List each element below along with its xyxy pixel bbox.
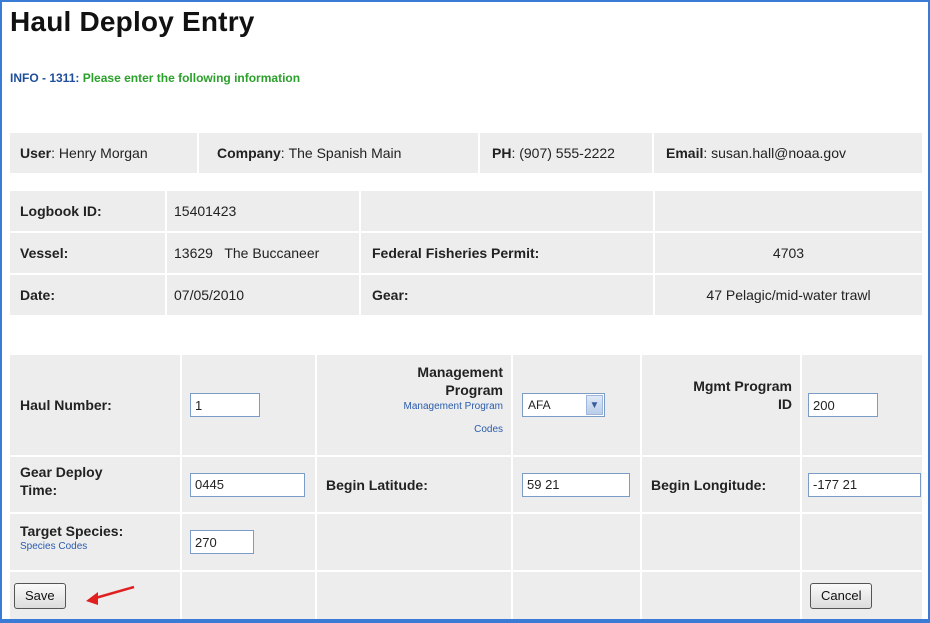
- email-label: Email: [666, 145, 704, 161]
- target-species-cell: [190, 514, 254, 570]
- begin-longitude-cell: [808, 457, 921, 512]
- divider: [800, 355, 802, 619]
- vessel-value: 13629 The Buccaneer: [174, 245, 320, 261]
- target-species-label: Target Species:: [20, 523, 124, 539]
- divider: [10, 570, 922, 572]
- gear-deploy-time-label: Gear Deploy Time:: [20, 463, 170, 499]
- divider: [359, 191, 361, 315]
- mgmt-program-codes-link[interactable]: Management Program: [404, 399, 504, 415]
- divider: [197, 133, 199, 173]
- begin-latitude-label-text: Begin Latitude: [326, 476, 424, 493]
- company-field: Company: The Spanish Main: [217, 145, 402, 161]
- divider: [10, 512, 922, 514]
- haul-form-table: Haul Number: Management Program Manageme…: [10, 355, 922, 619]
- gear-deploy-time-label-1: Gear Deploy: [20, 464, 103, 480]
- logbook-id-value: 15401423: [174, 203, 237, 219]
- mgmt-program-id-input[interactable]: [808, 393, 878, 417]
- permit-label: Federal Fisheries Permit:: [372, 245, 540, 261]
- cancel-cell: Cancel: [810, 572, 873, 619]
- gear-deploy-time-cell: [190, 457, 305, 512]
- email-value: susan.hall@noaa.gov: [711, 145, 846, 161]
- vessel-label: Vessel:: [20, 245, 69, 261]
- red-arrow-annotation: [86, 585, 135, 605]
- mgmt-program-link-text-1: Management Program: [403, 401, 504, 412]
- mgmt-program-selected: AFA: [528, 398, 551, 412]
- user-label: User: [20, 145, 52, 161]
- target-species-input[interactable]: [190, 530, 254, 554]
- email-field: Email: susan.hall@noaa.gov: [666, 145, 846, 161]
- logbook-id-label: Logbook ID:: [20, 203, 102, 219]
- divider: [652, 133, 654, 173]
- gear-deploy-time-input[interactable]: [190, 472, 305, 497]
- save-button[interactable]: Save: [14, 582, 66, 609]
- mgmt-program-id-label-cell: Mgmt Program ID: [642, 377, 792, 413]
- begin-latitude-input[interactable]: [522, 472, 630, 497]
- mgmt-program-select[interactable]: AFA ▼: [522, 393, 605, 417]
- species-codes-link[interactable]: Species Codes: [20, 540, 87, 554]
- mgmt-program-label-2: Program: [445, 382, 503, 398]
- company-label: Company: [217, 145, 281, 161]
- gear-label: Gear:: [372, 287, 409, 303]
- phone-value: (907) 555-2222: [519, 145, 615, 161]
- haul-number-label-text: Haul Number: [20, 397, 108, 413]
- begin-latitude-label: Begin Latitude:: [326, 476, 428, 493]
- target-species-label-cell: Target Species: Species Codes: [20, 522, 170, 554]
- phone-field: PH: (907) 555-2222: [492, 145, 615, 161]
- page-frame-bottom: [0, 619, 930, 623]
- divider: [10, 455, 922, 457]
- info-message: INFO - 1311: Please enter the following …: [10, 71, 300, 85]
- info-text: Please enter the following information: [82, 71, 301, 85]
- save-cell: Save: [14, 572, 66, 619]
- gear-value: 47 Pelagic/mid-water trawl: [706, 287, 871, 303]
- mgmt-program-id-label-2: ID: [778, 396, 792, 412]
- begin-longitude-input[interactable]: [808, 472, 921, 497]
- page-title: Haul Deploy Entry: [10, 6, 255, 37]
- haul-number-cell: [190, 355, 260, 455]
- gear-deploy-time-label-2-wrap: Time:: [20, 482, 58, 498]
- permit-value: 4703: [772, 245, 805, 261]
- haul-number-input[interactable]: [190, 393, 260, 417]
- date-value: 07/05/2010: [174, 287, 245, 303]
- chevron-down-icon[interactable]: ▼: [586, 395, 603, 415]
- mgmt-program-select-cell: AFA ▼: [522, 355, 605, 455]
- mgmt-program-label-1: Management: [417, 364, 503, 380]
- divider: [180, 355, 182, 619]
- date-label: Date:: [20, 287, 56, 303]
- mgmt-program-id-cell: [808, 355, 878, 455]
- phone-label: PH: [492, 145, 512, 161]
- mgmt-program-label-cell: Management Program Management Program Co…: [317, 363, 504, 449]
- divider: [478, 133, 480, 173]
- user-field: User: Henry Morgan: [20, 145, 148, 161]
- logbook-table: Logbook ID: 15401423 Vessel: 13629 The B…: [10, 191, 922, 315]
- begin-longitude-label: Begin Longitude:: [651, 476, 767, 493]
- mgmt-program-codes-link-2[interactable]: Codes: [474, 421, 503, 439]
- mgmt-program-id-label-1: Mgmt Program: [693, 378, 792, 394]
- arrow-head: [86, 592, 98, 605]
- gear-deploy-time-label-2: Time: [20, 482, 53, 498]
- arrow-shaft: [91, 585, 135, 601]
- company-value: The Spanish Main: [288, 145, 402, 161]
- target-species-label-text: Target Species: [20, 523, 119, 539]
- divider: [511, 355, 513, 619]
- user-info-bar: User: Henry Morgan Company: The Spanish …: [10, 133, 922, 173]
- divider: [165, 191, 167, 315]
- begin-longitude-label-text: Begin Longitude: [651, 476, 762, 493]
- user-value: Henry Morgan: [58, 145, 148, 161]
- haul-number-label: Haul Number:: [20, 397, 112, 413]
- info-code: INFO - 1311:: [10, 71, 80, 85]
- cancel-button[interactable]: Cancel: [810, 582, 873, 609]
- begin-latitude-cell: [522, 457, 630, 512]
